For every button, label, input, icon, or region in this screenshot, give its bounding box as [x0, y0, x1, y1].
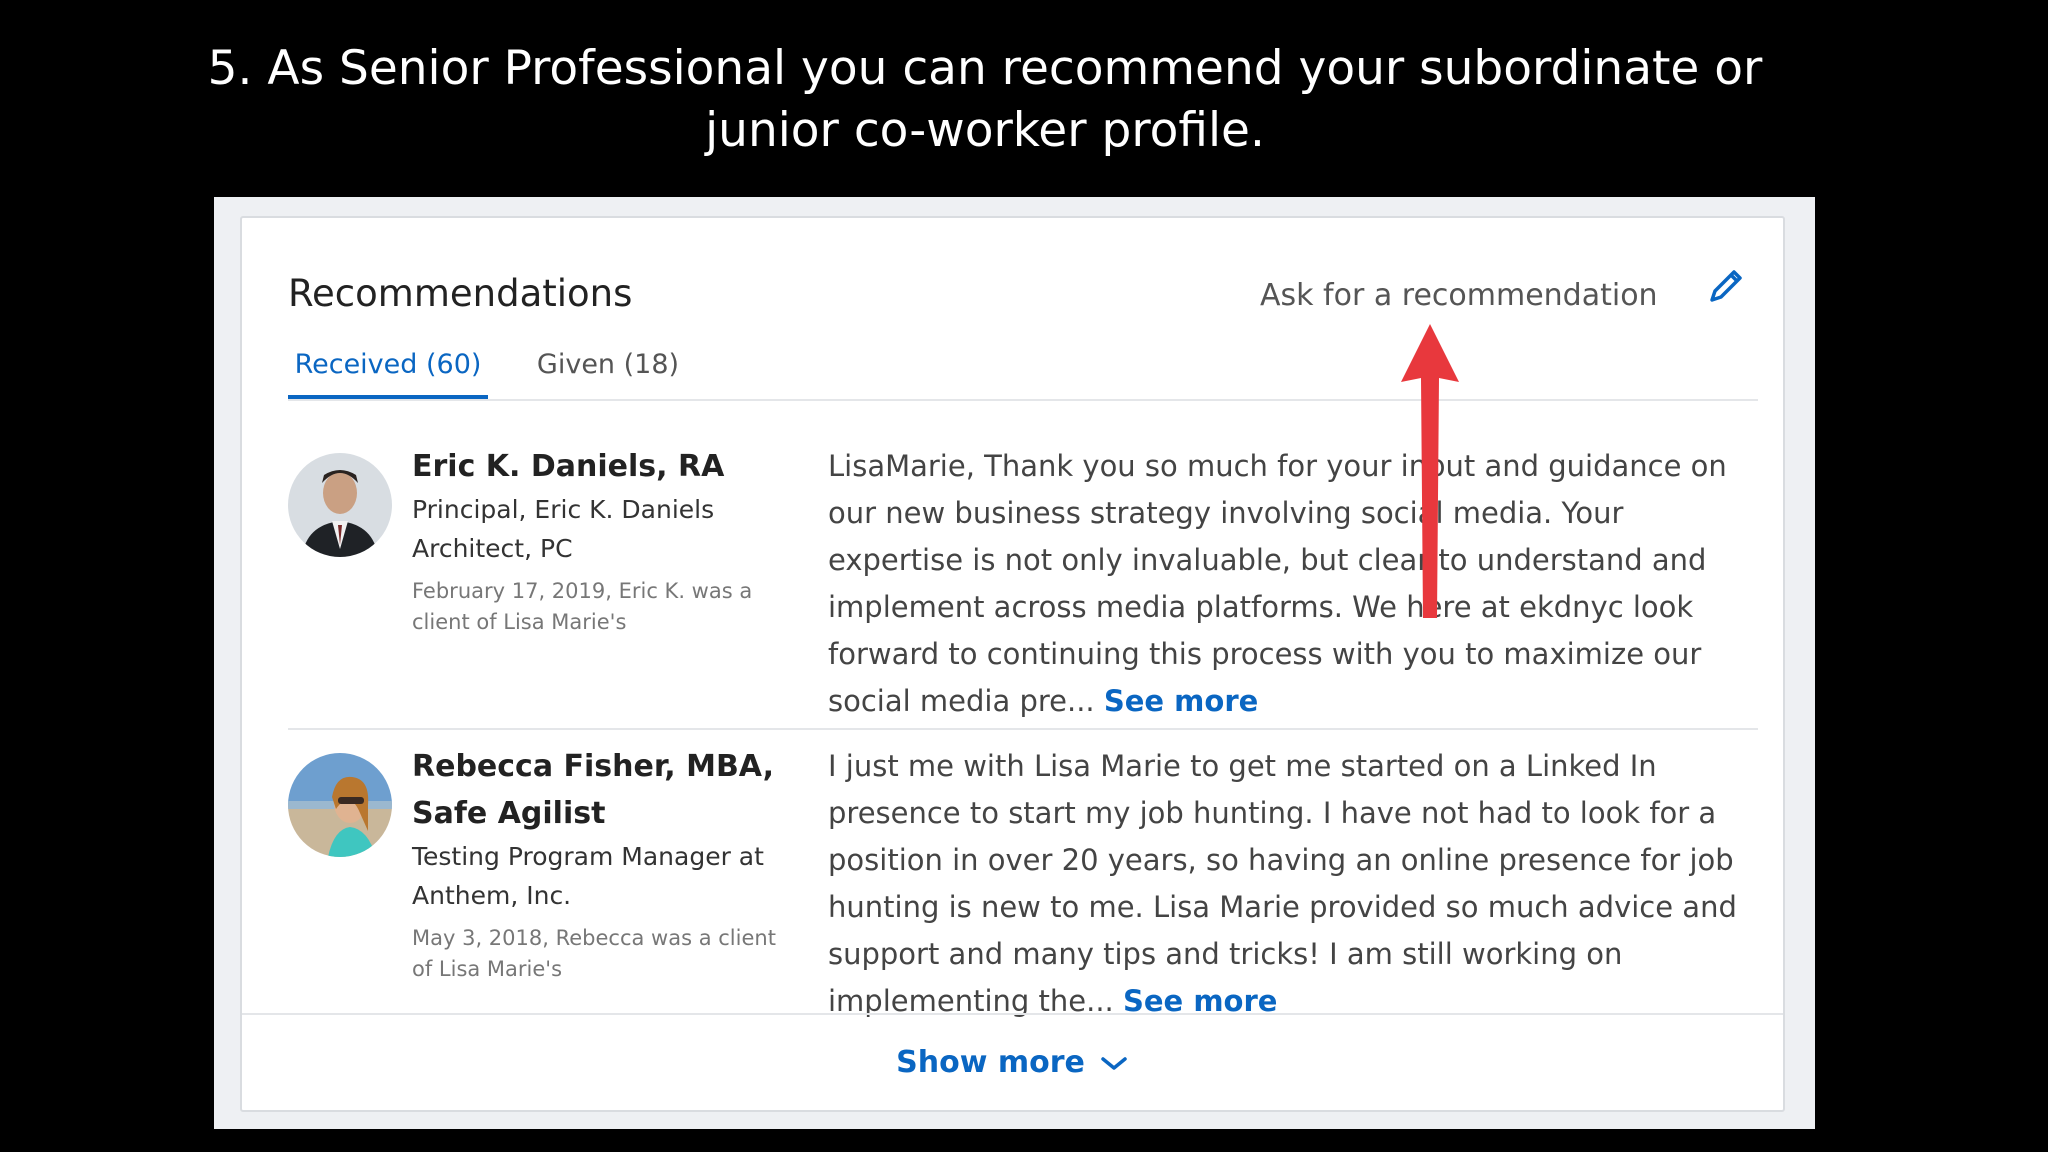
- recommendation-item: Eric K. Daniels, RA Principal, Eric K. D…: [288, 443, 1758, 730]
- avatar[interactable]: [288, 453, 392, 557]
- annotation-arrow-icon: [1401, 324, 1459, 618]
- see-more-link[interactable]: See more: [1104, 684, 1258, 718]
- recommendation-body: I just me with Lisa Marie to get me star…: [828, 749, 1737, 1018]
- slide-title-line-2: junior co-worker profile.: [705, 103, 1265, 158]
- recommender-title: Testing Program Manager at Anthem, Inc.: [412, 842, 764, 910]
- section-title: Recommendations: [288, 272, 633, 315]
- show-more-label: Show more: [896, 1045, 1085, 1080]
- recommendation-relation: May 3, 2018, Rebecca was a client of Lis…: [412, 926, 776, 981]
- recommender-title: Principal, Eric K. Daniels Architect, PC: [412, 495, 715, 563]
- slide-title: 5. As Senior Professional you can recomm…: [0, 38, 1970, 162]
- recommender-name[interactable]: Eric K. Daniels, RA: [412, 443, 782, 490]
- recommendation-text: LisaMarie, Thank you so much for your in…: [828, 443, 1758, 725]
- recommender-info: Rebecca Fisher, MBA, Safe Agilist Testin…: [412, 743, 782, 985]
- recommendation-relation: February 17, 2019, Eric K. was a client …: [412, 579, 753, 634]
- ask-for-recommendation-link[interactable]: Ask for a recommendation: [1260, 278, 1658, 313]
- recommendations-card: Recommendations Ask for a recommendation…: [240, 216, 1785, 1112]
- avatar[interactable]: [288, 753, 392, 857]
- tab-received[interactable]: Received (60): [288, 343, 488, 399]
- slide-title-line-1: 5. As Senior Professional you can recomm…: [207, 41, 1763, 96]
- recommender-info: Eric K. Daniels, RA Principal, Eric K. D…: [412, 443, 782, 638]
- recommender-name[interactable]: Rebecca Fisher, MBA, Safe Agilist: [412, 743, 782, 837]
- recommendation-item: Rebecca Fisher, MBA, Safe Agilist Testin…: [288, 743, 1758, 1023]
- tab-given[interactable]: Given (18): [528, 343, 688, 399]
- screenshot-frame: Recommendations Ask for a recommendation…: [214, 197, 1815, 1129]
- recommendation-tabs: Received (60) Given (18): [288, 343, 1758, 401]
- recommendation-text: I just me with Lisa Marie to get me star…: [828, 743, 1758, 1025]
- show-more-button[interactable]: Show more: [242, 1013, 1783, 1110]
- pencil-icon[interactable]: [1704, 264, 1748, 308]
- recommendation-body: LisaMarie, Thank you so much for your in…: [828, 449, 1727, 718]
- chevron-down-icon: [1101, 1056, 1127, 1070]
